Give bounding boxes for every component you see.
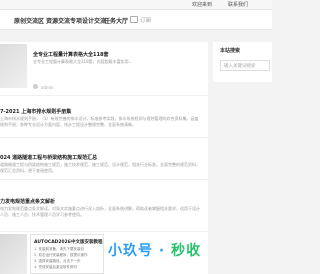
sidebar-title: 本站搜索	[220, 48, 241, 54]
search-placeholder: 输入关键词搜索	[224, 64, 256, 69]
sidebar-search: 本站搜索 输入关键词搜索	[213, 42, 272, 82]
article-desc: 道路隧道工程与桥梁结构施工规范，施工技术规范，施工规范、设计规范，相关行业标准，…	[0, 162, 200, 173]
subscribe-icon[interactable]	[130, 16, 138, 23]
banner-separator: ·	[153, 243, 172, 259]
card-line: 4. 完成安装后激活软件即可	[34, 265, 77, 269]
article-author: admin	[41, 85, 54, 90]
watermark-banner: 小玖号 · 秒收	[108, 240, 201, 260]
nav-item-tasks[interactable]: 任务大厅	[104, 16, 128, 25]
article-item[interactable]: 024 道路隧道工程与桥梁结构施工规范汇总 道路隧道工程与桥梁结构施工规范，施工…	[0, 144, 208, 180]
article-desc: 上海市排水规则手册，（1）有效完善的排水设计，标准参考实践，排水系统检测与规划管…	[0, 116, 199, 127]
article-title[interactable]: 力发电规范重点条文解析	[0, 198, 200, 205]
avatar	[33, 84, 38, 89]
top-link-welcome[interactable]: 欢迎来到	[192, 1, 212, 8]
article-thumbnail[interactable]	[0, 234, 27, 274]
article-desc: 电力发电规范重点条文解读，对条文实施要点进行深入剖析，全面系统讲解，帮助读者掌握…	[0, 206, 200, 217]
nav-item-design[interactable]: 专项设计交流	[70, 16, 106, 25]
top-link-contact[interactable]: 联系我们	[228, 1, 248, 8]
nav-subscribe[interactable]: 订阅	[140, 16, 151, 24]
article-title[interactable]: 全专业工程量计算表格大全118套	[33, 51, 203, 58]
tutorial-card[interactable]: AUTOCAD2026中文版安装教程 1. 安装前准备，请先下载安装包 2. 双…	[30, 234, 104, 274]
article-item[interactable]: 全专业工程量计算表格大全118套 全专业工程量计算表格大全118套，内容超级丰富…	[0, 42, 208, 96]
card-line: 3. 选择安装路径，点击下一步	[34, 259, 81, 263]
banner-part-b: 秒收	[171, 243, 202, 259]
article-title[interactable]: 7-2021 上海市排水规则手册集	[0, 108, 200, 115]
main-nav: 原创交流区 资源交流 专项设计交流 任务大厅 订阅	[0, 10, 272, 30]
card-line: 1. 安装前准备，请先下载安装包	[34, 247, 84, 251]
card-line: 2. 双击运行安装程序，按提示操作	[34, 253, 88, 257]
search-input[interactable]: 输入关键词搜索	[220, 60, 270, 71]
spacer	[0, 30, 272, 42]
card-title[interactable]: AUTOCAD2026中文版安装教程	[34, 239, 102, 245]
article-title[interactable]: 024 道路隧道工程与桥梁结构施工规范汇总	[0, 154, 200, 161]
article-desc: 全专业工程量计算表格大全118套，内容超级丰富实用...	[33, 59, 133, 64]
nav-item-resources[interactable]: 资源交流	[46, 16, 70, 25]
article-item[interactable]: 7-2021 上海市排水规则手册集 上海市排水规则手册，（1）有效完善的排水设计…	[0, 100, 208, 138]
top-bar: 欢迎来到 联系我们	[0, 0, 272, 10]
article-thumbnail[interactable]	[0, 44, 27, 88]
banner-part-a: 小玖号	[108, 243, 153, 259]
article-item[interactable]: 力发电规范重点条文解析 电力发电规范重点条文解读，对条文实施要点进行深入剖析，全…	[0, 184, 208, 232]
nav-item-original[interactable]: 原创交流区	[14, 16, 44, 25]
